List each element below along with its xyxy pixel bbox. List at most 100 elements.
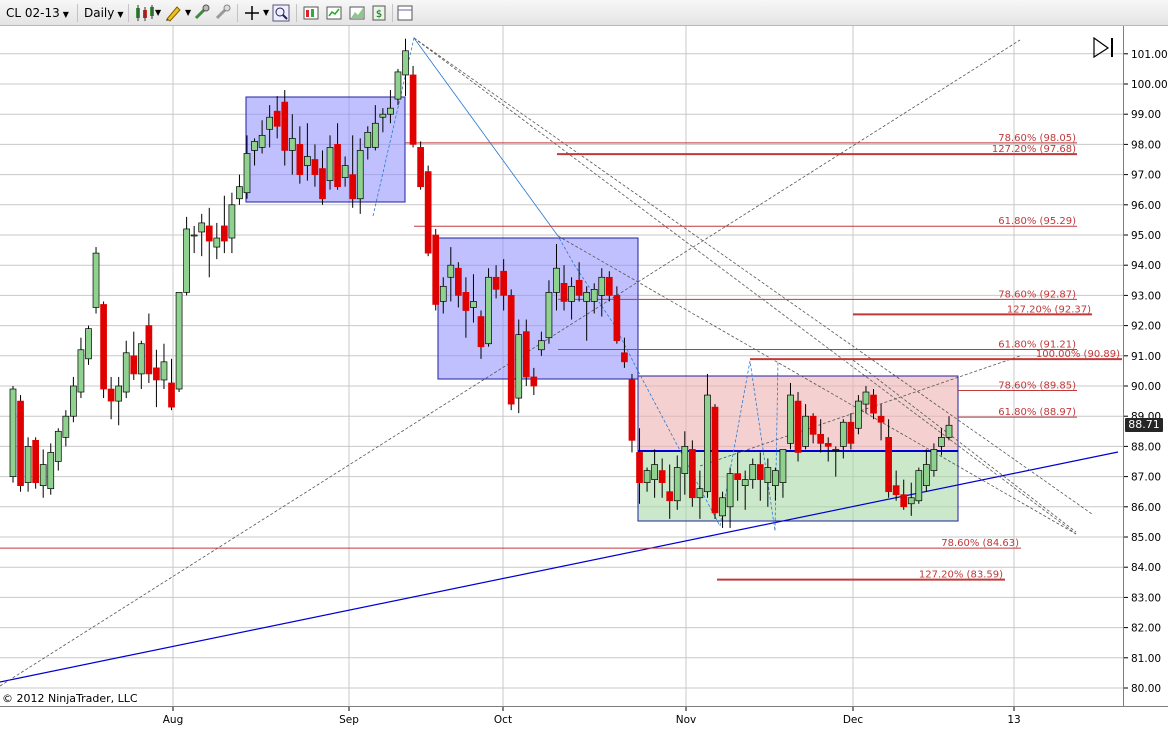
candle-body — [296, 144, 304, 175]
candle-body — [590, 289, 598, 302]
svg-text:$: $ — [376, 9, 382, 20]
candle-body — [54, 430, 62, 462]
candle — [794, 392, 802, 462]
instrument-label: CL 02-13 — [6, 6, 60, 20]
candle-body — [689, 449, 696, 499]
chevron-down-icon[interactable]: ▼ — [155, 4, 161, 22]
magnet-zoom-icon[interactable] — [193, 4, 211, 22]
candle — [85, 325, 92, 365]
candle — [855, 395, 862, 435]
candle-body — [538, 340, 545, 351]
candle-body — [409, 74, 417, 145]
price-tick-label: 91.00 — [1131, 351, 1161, 363]
candle-body — [734, 473, 741, 480]
toolbar-separator — [128, 4, 129, 22]
candle-body — [160, 361, 168, 381]
candle-body — [598, 276, 606, 296]
candle-body — [704, 394, 711, 493]
fib-level-label: 61.80% (88.97) — [998, 407, 1076, 418]
candle-body — [304, 156, 311, 166]
candle-body — [379, 113, 387, 118]
candle — [183, 216, 190, 296]
price-axis-ticks: 80.00 81.00 82.00 83.00 84.00 85.00 86.00 87.00… — [1124, 49, 1168, 695]
candle-body — [485, 276, 492, 345]
candle-body — [809, 415, 817, 435]
chevron-down-icon: ▼ — [117, 10, 124, 19]
candle-body — [198, 222, 206, 233]
fib-level-label: 78.60% (89.85) — [998, 381, 1076, 392]
candle-body — [477, 316, 485, 348]
candle — [145, 313, 153, 383]
candle-body — [266, 116, 273, 130]
eraser-icon[interactable] — [214, 4, 232, 22]
instrument-selector[interactable]: CL 02-13 ▼ — [6, 4, 69, 22]
chart-properties-icon[interactable] — [396, 4, 414, 22]
chevron-down-icon[interactable]: ▼ — [263, 4, 269, 22]
price-tick-label: 96.00 — [1131, 200, 1161, 212]
data-box-icon[interactable] — [302, 4, 320, 22]
chart-properties-icon[interactable] — [325, 4, 343, 22]
date-axis[interactable]: Aug Sep Oct Nov Dec 13 — [0, 706, 1168, 731]
candle-body — [17, 400, 24, 487]
fib-level-label: 100.00% (90.89) — [1036, 349, 1120, 360]
candle — [122, 340, 130, 399]
candle — [70, 376, 77, 423]
price-tick-label: 92.00 — [1131, 321, 1161, 333]
candle-body — [500, 270, 507, 296]
candle-body — [696, 488, 704, 499]
price-axis[interactable]: 80.00 81.00 82.00 83.00 84.00 85.00 86.00 87.00… — [1123, 26, 1168, 706]
candle — [424, 165, 432, 257]
candle-body — [153, 367, 160, 381]
date-tick-label: Sep — [339, 714, 359, 726]
candle-body — [394, 71, 402, 100]
candle — [689, 440, 696, 507]
crosshair-icon[interactable] — [243, 4, 261, 22]
strategy-icon[interactable] — [348, 4, 366, 22]
fib-level-label: 78.60% (84.63) — [941, 538, 1019, 549]
last-price-marker: 88.71 — [1125, 418, 1163, 432]
toolbar-separator — [237, 4, 238, 22]
candle — [100, 301, 107, 399]
candle-body — [779, 449, 787, 483]
candle — [92, 247, 100, 314]
candle-body — [145, 325, 153, 375]
fib-level-label: 127.20% (92.37) — [1007, 304, 1091, 315]
candle — [175, 292, 183, 393]
drawing-pencil-icon[interactable] — [164, 4, 182, 22]
chevron-down-icon[interactable]: ▼ — [185, 4, 191, 22]
candle-body — [756, 464, 764, 480]
candle-body — [455, 267, 462, 296]
candle-body — [107, 388, 115, 402]
candle-body — [47, 452, 55, 490]
candle-body — [92, 252, 100, 308]
price-tick-label: 97.00 — [1131, 170, 1161, 182]
date-tick-label: Oct — [494, 714, 512, 726]
price-tick-label: 101.00 — [1131, 49, 1168, 61]
date-tick-label: Nov — [676, 714, 697, 726]
candle-body — [236, 186, 243, 200]
candle-body — [636, 452, 643, 483]
candle-body — [492, 276, 500, 290]
price-tick-label: 88.00 — [1131, 441, 1161, 453]
price-chart[interactable]: 78.60% (98.05)127.20% (97.68) 61.80% (95.… — [0, 26, 1168, 706]
candle-body — [824, 443, 832, 447]
candle-body — [288, 138, 296, 151]
candle-body — [447, 264, 455, 278]
candle-body — [228, 204, 236, 239]
template-icon[interactable]: $ — [370, 4, 388, 22]
candle-body — [183, 228, 190, 293]
candle — [915, 467, 923, 504]
candle-body — [281, 101, 289, 151]
candle-body — [439, 285, 447, 302]
candlestick-style-icon[interactable] — [134, 4, 156, 22]
candle — [402, 38, 409, 97]
candle-body — [938, 436, 945, 447]
zoom-icon[interactable] — [272, 4, 290, 22]
candle-body — [651, 464, 658, 480]
candle — [107, 376, 115, 420]
fib-level-label: 61.80% (95.29) — [998, 216, 1076, 227]
candle-body — [251, 141, 258, 151]
period-selector[interactable]: Daily ▼ — [84, 4, 124, 22]
price-tick-label: 95.00 — [1131, 230, 1161, 242]
candle-body — [137, 343, 145, 375]
